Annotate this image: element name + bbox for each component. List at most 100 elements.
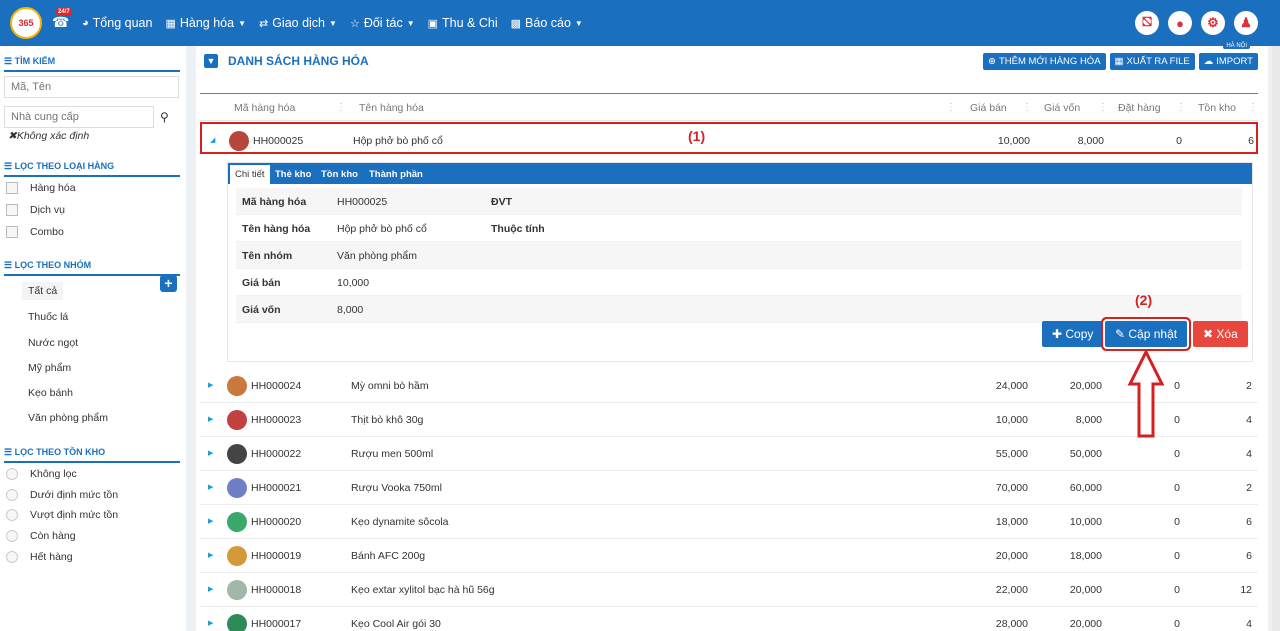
cell-price: 10,000 bbox=[997, 135, 1030, 147]
scrollbar[interactable] bbox=[1272, 46, 1280, 631]
section-title-text: TÌM KIẾM bbox=[14, 56, 56, 66]
radio-button[interactable] bbox=[6, 551, 18, 563]
nav-reports[interactable]: ▩ Báo cáo ▼ bbox=[511, 16, 583, 30]
expand-icon[interactable]: ▶ bbox=[208, 483, 213, 491]
table-row[interactable]: ▶ HH000019 Bánh AFC 200g 20,000 18,000 0 6 bbox=[200, 539, 1258, 573]
type-filter-combo[interactable]: Combo bbox=[6, 226, 64, 238]
logo-text: 365 bbox=[18, 18, 34, 28]
delete-button[interactable]: ✖ Xóa bbox=[1193, 321, 1248, 347]
user-icon[interactable]: ♟ bbox=[1234, 11, 1258, 35]
group-item[interactable]: Thuốc lá bbox=[22, 308, 74, 326]
tab-components[interactable]: Thành phần bbox=[364, 165, 428, 184]
expand-icon[interactable]: ▶ bbox=[208, 585, 213, 593]
search-input[interactable] bbox=[4, 76, 179, 98]
nav-cashflow[interactable]: ▣ Thu & Chi bbox=[428, 16, 498, 30]
nav-products[interactable]: ▦ Hàng hóa ▼ bbox=[165, 16, 246, 30]
group-item[interactable]: Nước ngọt bbox=[22, 334, 84, 352]
detail-label-2: Thuộc tính bbox=[491, 223, 545, 235]
import-button[interactable]: ☁ IMPORT bbox=[1198, 53, 1258, 70]
stock-filter-option[interactable]: Còn hàng bbox=[6, 530, 76, 542]
table-row[interactable]: ▶ HH000021 Rượu Vooka 750ml 70,000 60,000 0 2 bbox=[200, 471, 1258, 505]
add-group-button[interactable]: + bbox=[160, 275, 177, 292]
cell-code: HH000024 bbox=[251, 380, 302, 392]
copy-button[interactable]: ✚ Copy bbox=[1042, 321, 1104, 347]
group-item[interactable]: Mỹ phẩm bbox=[22, 359, 77, 377]
group-item[interactable]: Văn phòng phẩm bbox=[22, 409, 114, 427]
search-icon[interactable]: ⚲ bbox=[160, 110, 169, 124]
table-row[interactable]: ▶ HH000024 Mỳ omni bò hầm 24,000 20,000 0 2 bbox=[200, 369, 1258, 403]
column-header[interactable]: Tên hàng hóa bbox=[359, 102, 424, 114]
column-header[interactable]: Giá vốn bbox=[1044, 102, 1080, 114]
update-button[interactable]: ✎ Cập nhật bbox=[1105, 321, 1188, 347]
cart-icon[interactable]: ⛞ bbox=[1135, 11, 1159, 35]
column-menu-icon[interactable]: ⋮ bbox=[1176, 102, 1186, 113]
collapse-icon[interactable]: ◢ bbox=[210, 136, 215, 144]
stock-filter-option[interactable]: Hết hàng bbox=[6, 551, 73, 563]
export-file-button[interactable]: ▦ XUẤT RA FILE bbox=[1109, 53, 1195, 70]
column-menu-icon[interactable]: ⋮ bbox=[1248, 102, 1258, 113]
table-row[interactable]: ▶ HH000023 Thịt bò khô 30g 10,000 8,000 0 4 bbox=[200, 403, 1258, 437]
expand-icon[interactable]: ▶ bbox=[208, 517, 213, 525]
cell-cost: 8,000 bbox=[1077, 135, 1104, 147]
cell-code: HH000025 bbox=[253, 135, 304, 147]
table-row[interactable]: ▶ HH000020 Kẹo dynamite sôcola 18,000 10,000… bbox=[200, 505, 1258, 539]
stock-filter-option[interactable]: Vượt định mức tồn bbox=[6, 509, 118, 521]
stock-filter-option[interactable]: Dưới định mức tồn bbox=[6, 489, 118, 501]
tab-stock-card[interactable]: Thẻ kho bbox=[270, 165, 316, 184]
table-row[interactable]: ▶ HH000022 Rượu men 500ml 55,000 50,000 0 4 bbox=[200, 437, 1258, 471]
radio-label: Dưới định mức tồn bbox=[30, 489, 119, 501]
nav-dashboard[interactable]: ◕ Tổng quan bbox=[82, 16, 152, 30]
expand-icon[interactable]: ▶ bbox=[208, 551, 213, 559]
column-menu-icon[interactable]: ⋮ bbox=[1098, 102, 1108, 113]
cell-cost: 10,000 bbox=[1069, 516, 1102, 528]
column-menu-icon[interactable]: ⋮ bbox=[946, 102, 956, 113]
phone-icon[interactable]: ☎ bbox=[52, 14, 69, 31]
column-header[interactable]: Mã hàng hóa bbox=[234, 102, 295, 114]
type-filter-service[interactable]: Dịch vụ bbox=[6, 204, 65, 216]
product-thumbnail bbox=[227, 614, 247, 631]
radio-button[interactable] bbox=[6, 509, 18, 521]
list-icon: ☰ bbox=[4, 161, 15, 171]
location-icon[interactable]: ● bbox=[1168, 11, 1192, 35]
checkbox[interactable] bbox=[6, 204, 18, 216]
tab-detail[interactable]: Chi tiết bbox=[230, 165, 270, 184]
expand-icon[interactable]: ▶ bbox=[208, 619, 213, 627]
detail-row: Giá vốn 8,000 bbox=[236, 296, 1242, 323]
radio-button[interactable] bbox=[6, 489, 18, 501]
app-logo[interactable]: 365 bbox=[10, 7, 42, 39]
column-menu-icon[interactable]: ⋮ bbox=[336, 102, 346, 113]
tab-inventory[interactable]: Tồn kho bbox=[316, 165, 363, 184]
expand-icon[interactable]: ▶ bbox=[208, 381, 213, 389]
checkbox[interactable] bbox=[6, 182, 18, 194]
unspecified-supplier-tag[interactable]: ✖Không xác định bbox=[8, 130, 89, 142]
radio-button[interactable] bbox=[6, 530, 18, 542]
cubes-icon: ▦ bbox=[165, 17, 176, 30]
type-filter-goods[interactable]: Hàng hóa bbox=[6, 182, 76, 194]
cell-name: Bánh AFC 200g bbox=[351, 550, 426, 562]
table-row-selected[interactable]: ◢ HH000025 Hộp phở bò phố cổ 10,000 8,00… bbox=[200, 122, 1258, 154]
table-row[interactable]: ▶ HH000018 Kẹo extar xylitol bạc hà hũ 56g… bbox=[200, 573, 1258, 607]
stock-filter-option[interactable]: Không lọc bbox=[6, 468, 77, 480]
nav-partners[interactable]: ☆ Đối tác ▼ bbox=[350, 16, 415, 30]
column-menu-icon[interactable]: ⋮ bbox=[1022, 102, 1032, 113]
supplier-input[interactable] bbox=[4, 106, 154, 128]
column-header[interactable]: Đặt hàng bbox=[1118, 102, 1161, 114]
cell-cost: 20,000 bbox=[1069, 618, 1102, 630]
add-product-button[interactable]: ⊕ THÊM MỚI HÀNG HÓA bbox=[983, 53, 1106, 70]
column-header[interactable]: Tồn kho bbox=[1198, 102, 1236, 114]
expand-icon[interactable]: ▶ bbox=[208, 415, 213, 423]
radio-button[interactable] bbox=[6, 468, 18, 480]
nav-transactions[interactable]: ⇄ Giao dịch ▼ bbox=[259, 16, 337, 30]
detail-row: Tên nhóm Văn phòng phẩm bbox=[236, 242, 1242, 269]
filter-icon[interactable]: ▼ bbox=[204, 54, 218, 68]
expand-icon[interactable]: ▶ bbox=[208, 449, 213, 457]
checkbox[interactable] bbox=[6, 226, 18, 238]
group-item[interactable]: Kẹo bánh bbox=[22, 384, 79, 402]
product-detail-panel: Chi tiết Thẻ kho Tồn kho Thành phần Mã h… bbox=[227, 162, 1253, 362]
column-header[interactable]: Giá bán bbox=[970, 102, 1007, 114]
product-thumbnail bbox=[229, 131, 249, 151]
cloud-upload-icon: ☁ bbox=[1203, 56, 1214, 67]
settings-icon[interactable]: ⚙ bbox=[1201, 11, 1225, 35]
group-item-all[interactable]: Tất cả bbox=[22, 282, 64, 300]
table-row[interactable]: ▶ HH000017 Kẹo Cool Air gói 30 28,000 20,000… bbox=[200, 607, 1258, 631]
